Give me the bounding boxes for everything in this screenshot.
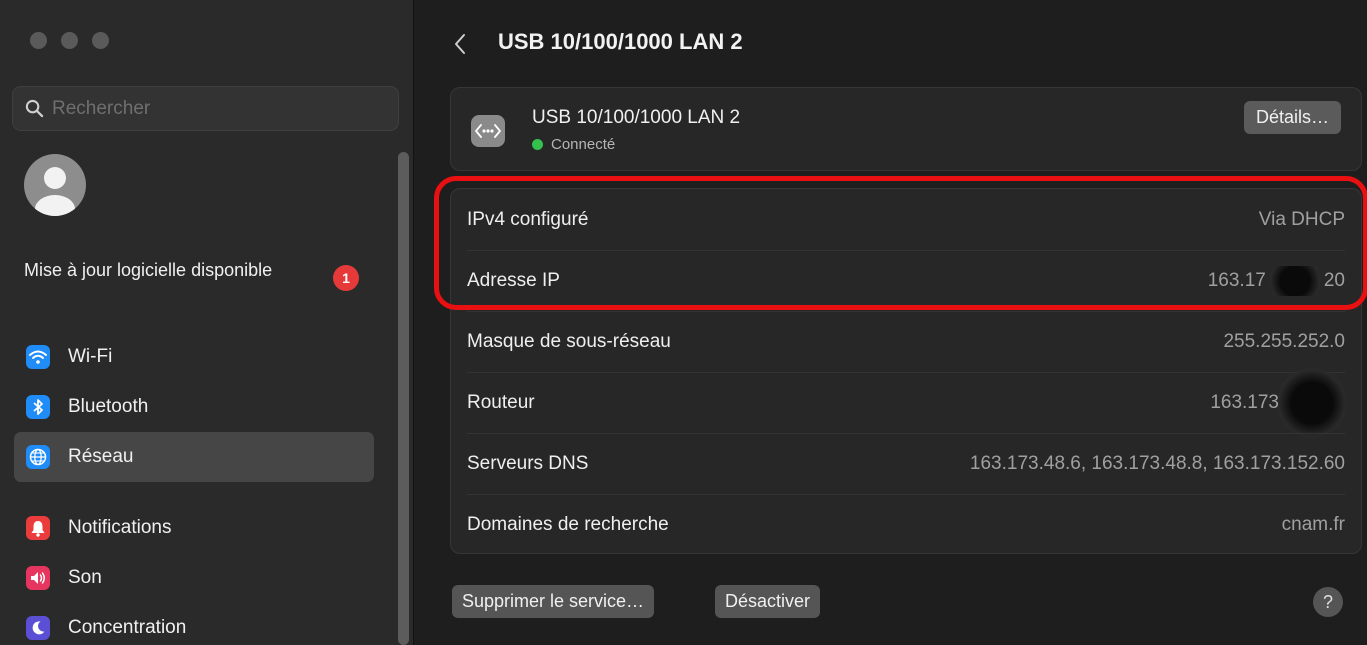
ipv4-label: IPv4 configuré xyxy=(467,208,589,230)
bell-icon xyxy=(26,516,50,540)
search-domains-label: Domaines de recherche xyxy=(467,514,669,535)
dns-label: Serveurs DNS xyxy=(467,453,589,474)
ipv4-value: Via DHCP xyxy=(1258,208,1345,230)
router-value: 163.173 xyxy=(1210,367,1345,439)
delete-service-button[interactable]: Supprimer le service… xyxy=(452,585,655,618)
sidebar-item-label: Wi-Fi xyxy=(68,346,113,367)
info-row-router: Routeur 163.173 xyxy=(467,367,1345,439)
router-label: Routeur xyxy=(467,392,535,413)
ip-address-suffix: 20 xyxy=(1323,270,1345,292)
service-status: Connecté xyxy=(532,136,615,153)
redaction-mark xyxy=(1279,367,1345,439)
search-field[interactable] xyxy=(12,86,399,131)
sidebar-item-network[interactable]: Réseau xyxy=(14,432,374,482)
system-settings-window: Mise à jour logicielle disponible 1 Wi-F… xyxy=(0,0,1367,645)
zoom-window-button[interactable] xyxy=(92,32,109,49)
sidebar-item-bluetooth[interactable]: Bluetooth xyxy=(14,382,374,432)
chevron-left-icon xyxy=(455,34,465,54)
main-content: USB 10/100/1000 LAN 2 USB 10/100/1000 LA… xyxy=(415,0,1367,645)
close-window-button[interactable] xyxy=(30,32,47,49)
back-button[interactable] xyxy=(449,30,471,58)
wifi-icon xyxy=(26,345,50,369)
moon-icon xyxy=(26,616,50,640)
sidebar-scrollbar[interactable] xyxy=(398,152,409,645)
network-info-card: IPv4 configuré Via DHCP Adresse IP 163.1… xyxy=(450,188,1362,554)
minimize-window-button[interactable] xyxy=(61,32,78,49)
sidebar-item-label: Réseau xyxy=(68,446,134,467)
ip-address-value: 163.17 20 xyxy=(1208,266,1345,296)
speaker-icon xyxy=(26,566,50,590)
page-title: USB 10/100/1000 LAN 2 xyxy=(498,29,743,54)
search-input[interactable] xyxy=(52,97,382,120)
service-name: USB 10/100/1000 LAN 2 xyxy=(532,107,741,128)
update-badge: 1 xyxy=(333,265,359,291)
globe-icon xyxy=(26,445,50,469)
ethernet-icon xyxy=(471,115,505,147)
dns-value: 163.173.48.6, 163.173.48.8, 163.173.152.… xyxy=(969,453,1345,474)
help-button[interactable]: ? xyxy=(1313,587,1343,617)
person-icon xyxy=(35,167,75,216)
nav-group-notifications: Notifications Son Concentration xyxy=(14,503,374,645)
details-button[interactable]: Détails… xyxy=(1243,101,1341,134)
user-avatar[interactable] xyxy=(24,154,86,216)
search-domains-value: cnam.fr xyxy=(1281,514,1345,535)
redaction-mark xyxy=(1265,266,1324,296)
info-row-search-domains: Domaines de recherche cnam.fr xyxy=(467,494,1345,555)
nav-group-connectivity: Wi-Fi Bluetooth Réseau xyxy=(14,332,374,482)
info-row-ip-address: Adresse IP 163.17 20 xyxy=(467,250,1345,311)
service-header-card: USB 10/100/1000 LAN 2 Connecté Détails… xyxy=(450,87,1362,171)
subnet-mask-value: 255.255.252.0 xyxy=(1223,331,1345,352)
subnet-mask-label: Masque de sous-réseau xyxy=(467,331,671,352)
sidebar-item-focus[interactable]: Concentration xyxy=(14,603,374,645)
sidebar-item-sound[interactable]: Son xyxy=(14,553,374,603)
info-row-ipv4: IPv4 configuré Via DHCP xyxy=(467,189,1345,250)
ip-address-prefix: 163.17 xyxy=(1207,270,1266,292)
sidebar-item-label: Notifications xyxy=(68,517,172,538)
bluetooth-icon xyxy=(26,395,50,419)
search-icon xyxy=(25,99,44,118)
router-prefix: 163.173 xyxy=(1210,392,1279,413)
software-update-label[interactable]: Mise à jour logicielle disponible xyxy=(24,258,274,283)
sidebar-item-wifi[interactable]: Wi-Fi xyxy=(14,332,374,382)
info-row-subnet-mask: Masque de sous-réseau 255.255.252.0 xyxy=(467,311,1345,372)
sidebar-item-label: Concentration xyxy=(68,617,187,638)
status-dot-icon xyxy=(532,139,543,150)
window-controls xyxy=(30,32,109,49)
ip-address-label: Adresse IP xyxy=(467,270,560,291)
sidebar-item-label: Bluetooth xyxy=(68,396,149,417)
sidebar-item-notifications[interactable]: Notifications xyxy=(14,503,374,553)
sidebar: Mise à jour logicielle disponible 1 Wi-F… xyxy=(0,0,414,645)
info-row-dns: Serveurs DNS 163.173.48.6, 163.173.48.8,… xyxy=(467,433,1345,494)
deactivate-button[interactable]: Désactiver xyxy=(715,585,821,618)
sidebar-item-label: Son xyxy=(68,567,102,588)
status-text: Connecté xyxy=(551,136,616,153)
